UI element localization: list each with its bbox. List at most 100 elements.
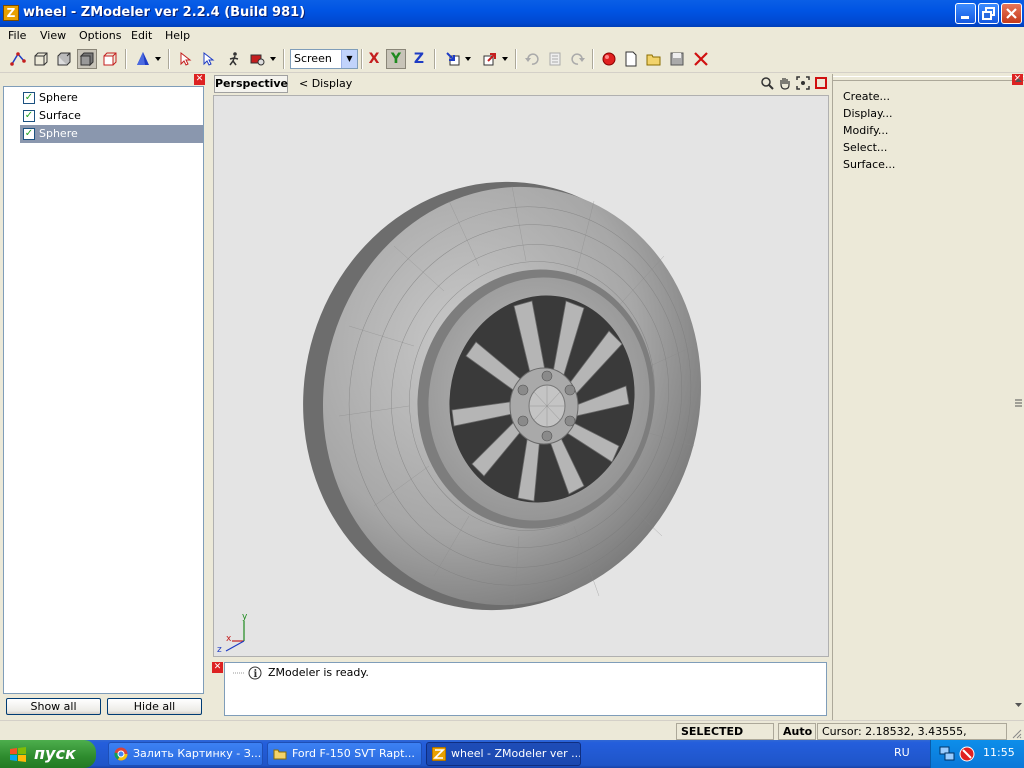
object-tree[interactable]: ✓ Sphere ✓ Surface ✓ Sphere: [3, 86, 204, 694]
menu-help[interactable]: Help: [165, 29, 190, 42]
undo-button[interactable]: [522, 49, 542, 69]
zoom-extents-button[interactable]: [795, 76, 811, 92]
vertex-mode-button[interactable]: [8, 49, 28, 69]
tools-button[interactable]: [247, 49, 267, 69]
language-indicator[interactable]: RU: [894, 746, 910, 759]
chevron-down-icon[interactable]: ▼: [341, 50, 357, 68]
coordinate-system-select[interactable]: Screen ▼: [290, 49, 358, 69]
command-panel: ✕ Create... Display... Modify... Select.…: [832, 74, 1024, 720]
menu-file[interactable]: File: [8, 29, 26, 42]
delete-button[interactable]: [691, 49, 711, 69]
axis-x-toggle[interactable]: X: [364, 49, 384, 69]
chevron-down-icon: [155, 57, 161, 61]
command-create[interactable]: Create...: [843, 90, 890, 103]
animation-button[interactable]: [224, 49, 244, 69]
command-select[interactable]: Select...: [843, 141, 887, 154]
show-all-button[interactable]: Show all: [6, 698, 101, 715]
maximize-viewport-button[interactable]: [813, 76, 829, 92]
select-arrow-blue-icon: [203, 51, 215, 66]
command-display[interactable]: Display...: [843, 107, 892, 120]
viewport-display-menu[interactable]: < Display: [299, 77, 352, 90]
undo-icon: [525, 53, 539, 65]
toolbar-separator: [515, 49, 517, 69]
object-panel-close-button[interactable]: ✕: [194, 74, 205, 85]
tree-item-surface[interactable]: ✓ Surface: [20, 107, 203, 125]
pan-button[interactable]: [777, 76, 793, 92]
zmodeler-app-icon[interactable]: Z: [3, 5, 19, 21]
delete-x-icon: [694, 52, 708, 66]
security-alert-icon[interactable]: [959, 746, 975, 762]
select-by-face-button[interactable]: [199, 49, 219, 69]
export-button[interactable]: [480, 49, 500, 69]
maximize-square-icon: [815, 77, 827, 89]
status-auto[interactable]: Auto: [778, 723, 816, 740]
axis-y-label: Y: [390, 51, 402, 67]
main-window: Z wheel - ZModeler ver 2.2.4 (Build 981)…: [0, 0, 1024, 753]
coordinate-system-value: Screen: [294, 52, 332, 65]
running-man-icon: [229, 52, 239, 66]
hand-pan-icon: [780, 78, 790, 90]
import-dropdown[interactable]: [463, 49, 473, 69]
svg-text:i: i: [254, 669, 258, 680]
new-file-icon: [625, 51, 637, 67]
tools-dropdown[interactable]: [268, 49, 278, 69]
visibility-checkbox[interactable]: ✓: [23, 110, 35, 122]
network-icon[interactable]: [939, 746, 955, 762]
history-button[interactable]: [545, 49, 565, 69]
wheel-3d-model: y x z: [217, 181, 702, 655]
restore-button[interactable]: [978, 3, 999, 24]
box-select-mode-button[interactable]: [100, 49, 120, 69]
solid-mode-button[interactable]: [77, 49, 97, 69]
close-icon: [1006, 8, 1017, 19]
new-file-button[interactable]: [621, 49, 641, 69]
axis-z-toggle[interactable]: Z: [409, 49, 429, 69]
export-icon: [483, 53, 496, 66]
pyramid-icon: [137, 52, 149, 65]
record-button[interactable]: [599, 49, 619, 69]
viewport-perspective-tab[interactable]: Perspective: [214, 75, 288, 93]
command-surface[interactable]: Surface...: [843, 158, 895, 171]
task-label: Ford F-150 SVT Rapt...: [292, 747, 415, 760]
hide-all-button[interactable]: Hide all: [107, 698, 202, 715]
minimize-button[interactable]: [955, 3, 976, 24]
axis-y-toggle[interactable]: Y: [386, 49, 406, 69]
title-bar[interactable]: Z wheel - ZModeler ver 2.2.4 (Build 981): [0, 0, 1024, 27]
command-panel-scrollbar[interactable]: [1012, 74, 1024, 720]
message-log[interactable]: i ZModeler is ready.: [224, 662, 827, 716]
export-dropdown[interactable]: [500, 49, 510, 69]
face-mode-button[interactable]: [31, 49, 51, 69]
open-file-button[interactable]: [644, 49, 664, 69]
task-folder-window[interactable]: Ford F-150 SVT Rapt...: [267, 742, 422, 766]
resize-grip-icon[interactable]: [1010, 727, 1022, 739]
axis-x-label: X: [368, 51, 380, 67]
windows-taskbar: пуск Залить Картинку - З... Ford F-150 S…: [0, 740, 1024, 768]
visibility-checkbox[interactable]: ✓: [23, 128, 35, 140]
menu-view[interactable]: View: [40, 29, 66, 42]
menu-edit[interactable]: Edit: [131, 29, 152, 42]
object-mode-button[interactable]: [54, 49, 74, 69]
tree-item-sphere-selected[interactable]: ✓ Sphere: [20, 125, 203, 143]
tree-item-label: Sphere: [39, 127, 78, 140]
tree-item-sphere[interactable]: ✓ Sphere: [20, 89, 203, 107]
viewport-canvas[interactable]: y x z: [213, 95, 829, 657]
object-tree-panel: ✕ ✓ Sphere ✓ Surface ✓ Sphere Show all H…: [0, 74, 207, 720]
zoom-button[interactable]: [759, 76, 775, 92]
record-red-circle-icon: [602, 52, 616, 66]
import-button[interactable]: [443, 49, 463, 69]
task-chrome-window[interactable]: Залить Картинку - З...: [108, 742, 263, 766]
status-cursor: Cursor: 2.18532, 3.43555, 0.27167: [817, 723, 1007, 753]
command-modify[interactable]: Modify...: [843, 124, 888, 137]
log-close-button[interactable]: ✕: [212, 662, 223, 673]
menu-options[interactable]: Options: [79, 29, 121, 42]
clock[interactable]: 11:55: [983, 746, 1015, 759]
start-button[interactable]: пуск: [0, 740, 96, 768]
pyramid-dropdown[interactable]: [153, 49, 163, 69]
task-zmodeler-window[interactable]: wheel - ZModeler ver ...: [426, 742, 581, 766]
select-by-vertex-button[interactable]: [176, 49, 196, 69]
visibility-checkbox[interactable]: ✓: [23, 92, 35, 104]
start-label: пуск: [34, 744, 76, 763]
close-button[interactable]: [1001, 3, 1022, 24]
pyramid-tool-button[interactable]: [133, 49, 153, 69]
save-file-button[interactable]: [667, 49, 687, 69]
redo-button[interactable]: [568, 49, 588, 69]
